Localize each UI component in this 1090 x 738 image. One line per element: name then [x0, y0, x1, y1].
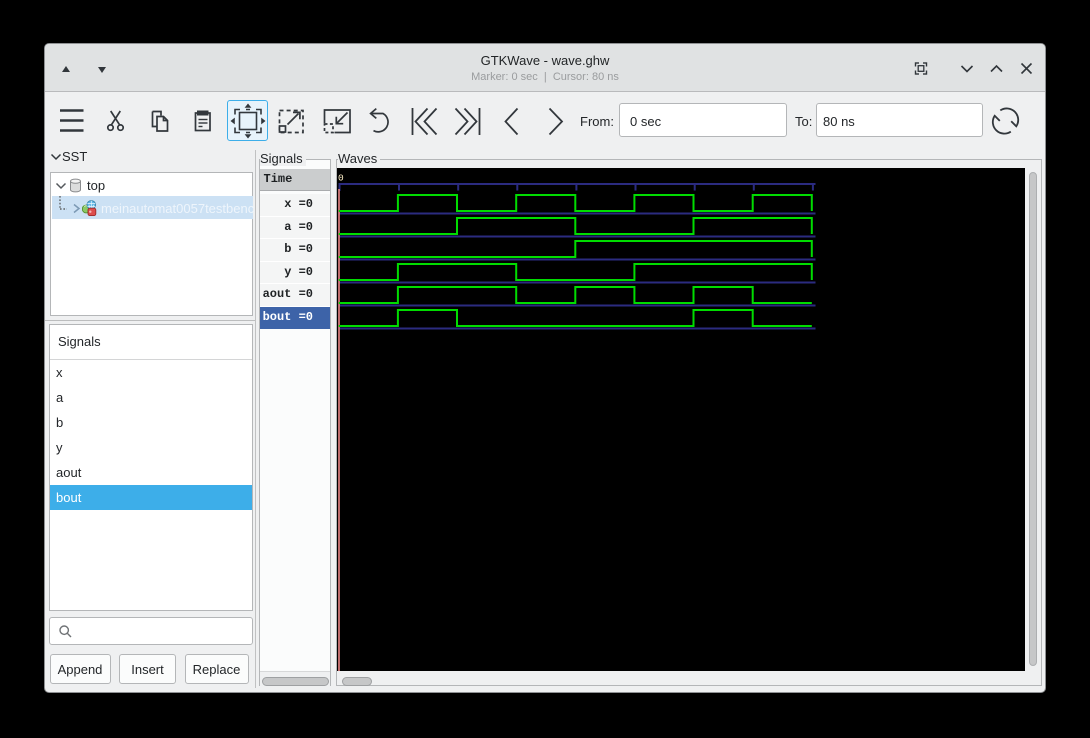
svg-text:0: 0: [338, 173, 344, 184]
